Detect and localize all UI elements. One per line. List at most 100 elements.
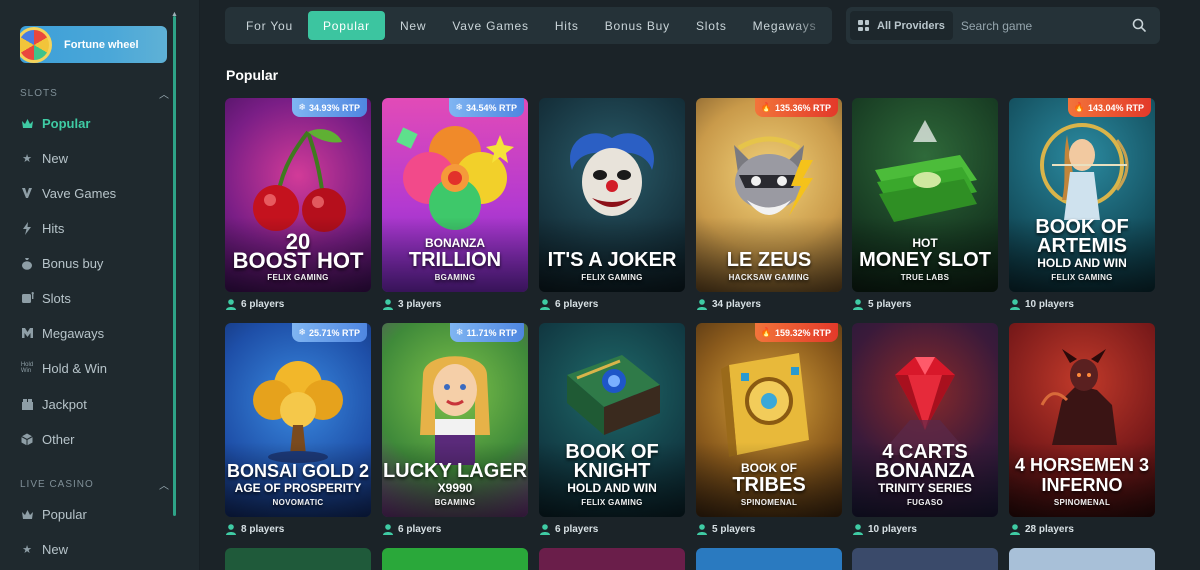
tab-hits[interactable]: Hits xyxy=(544,11,590,40)
fortune-wheel-button[interactable]: Fortune wheel xyxy=(20,26,167,63)
game-thumbnail[interactable]: BOOK OF KNIGHT HOLD AND WIN FELIX GAMING xyxy=(539,323,685,517)
sidebar-item-vave-games[interactable]: Vave Games xyxy=(20,183,170,203)
game-title: BOOK OF KNIGHT xyxy=(565,441,659,482)
section-header-live-casino[interactable]: LIVE CASINO ︿ xyxy=(20,477,170,492)
game-card-partial[interactable] xyxy=(852,548,998,570)
snowflake-icon: ❄ xyxy=(455,327,464,337)
sidebar-item-new[interactable]: ★ New xyxy=(20,148,170,168)
game-title-block: 4 CARTS BONANZA TRINITY SERIES FUGASO xyxy=(852,442,998,507)
players-label: 10 players xyxy=(1025,299,1074,310)
ruby-gem-art xyxy=(880,357,970,455)
star-icon: ★ xyxy=(22,543,32,556)
fire-icon: 🔥 xyxy=(1073,102,1085,112)
tab-popular[interactable]: Popular xyxy=(307,11,385,40)
game-card-20-boost-hot[interactable]: ❄ 34.93% RTP 20 BOOST HOT FELIX GAMING 6 … xyxy=(225,98,371,310)
cube-icon xyxy=(20,432,34,446)
user-icon xyxy=(383,299,393,310)
game-thumbnail[interactable]: 🔥 159.32% RTP BOOK OF TRIBES SPINOMENAL xyxy=(696,323,842,517)
game-thumbnail[interactable]: 🔥 135.36% RTP LE ZEUS HACKSAW GAMING xyxy=(696,98,842,292)
snowflake-icon: ❄ xyxy=(298,327,306,337)
sidebar-item-label: Other xyxy=(42,431,75,447)
game-card-bonsai-gold-2[interactable]: ❄ 25.71% RTP BONSAI GOLD 2 AGE OF PROSPER… xyxy=(225,323,371,535)
chevron-up-icon[interactable]: ︿ xyxy=(159,477,170,492)
game-card-book-of-tribes[interactable]: 🔥 159.32% RTP BOOK OF TRIBES SPINOMENAL 5… xyxy=(696,323,842,535)
players-label: 28 players xyxy=(1025,524,1074,535)
user-icon xyxy=(697,299,707,310)
tab-new[interactable]: New xyxy=(389,11,437,40)
game-thumbnail[interactable]: 🔥 143.04% RTP BOOK OF ARTEMIS HOLD AND WI… xyxy=(1009,98,1155,292)
game-card-partial[interactable] xyxy=(696,548,842,570)
game-card-partial[interactable] xyxy=(225,548,371,570)
sidebar-item-hits[interactable]: Hits xyxy=(20,218,170,238)
game-thumbnail[interactable]: ❄ 34.93% RTP 20 BOOST HOT FELIX GAMING xyxy=(225,98,371,292)
players-label: 6 players xyxy=(555,524,599,535)
game-card-its-a-joker[interactable]: IT'S A JOKER FELIX GAMING 6 players xyxy=(539,98,685,310)
sidebar-item-bonus-buy[interactable]: Bonus buy xyxy=(20,253,170,273)
game-title-block: BOOK OF KNIGHT HOLD AND WIN FELIX GAMING xyxy=(539,441,685,507)
game-provider: BGAMING xyxy=(434,273,476,282)
chevron-up-icon[interactable]: ︿ xyxy=(159,86,170,101)
sidebar-item-hold-win[interactable]: Hold Win Hold & Win xyxy=(20,358,170,378)
tab-bonus-buy[interactable]: Bonus Buy xyxy=(594,11,681,40)
game-card-lucky-lager[interactable]: ❄ 11.71% RTP LUCKY LAGER X9990 BGAMING 6 … xyxy=(382,323,528,535)
game-card-bonanza-trillion[interactable]: ❄ 34.54% RTP BONANZA TRILLION BGAMING 3 p… xyxy=(382,98,528,310)
game-thumbnail[interactable]: ❄ 11.71% RTP LUCKY LAGER X9990 BGAMING xyxy=(382,323,528,517)
game-card-partial[interactable] xyxy=(382,548,528,570)
game-title-block: HOT MONEY SLOT TRUE LABS xyxy=(852,237,998,283)
game-thumbnail[interactable]: ❄ 25.71% RTP BONSAI GOLD 2 AGE OF PROSPER… xyxy=(225,323,371,517)
game-title-block: IT'S A JOKER FELIX GAMING xyxy=(539,250,685,282)
sidebar-item-popular[interactable]: Popular xyxy=(20,113,170,133)
user-icon xyxy=(1010,299,1020,310)
game-title: BOOST HOT xyxy=(232,248,364,273)
game-card-book-of-artemis[interactable]: 🔥 143.04% RTP BOOK OF ARTEMIS HOLD AND WI… xyxy=(1009,98,1155,310)
rtp-value: 34.54% RTP xyxy=(465,102,517,113)
tab-for-you[interactable]: For You xyxy=(235,11,304,40)
game-title-block: BONANZA TRILLION BGAMING xyxy=(382,237,528,283)
sidebar-item-other[interactable]: Other xyxy=(20,429,170,449)
all-providers-button[interactable]: All Providers xyxy=(850,11,953,40)
search-input[interactable] xyxy=(960,13,1121,38)
game-subtitle: X9990 xyxy=(437,481,473,495)
game-thumbnail[interactable]: 4 CARTS BONANZA TRINITY SERIES FUGASO xyxy=(852,323,998,517)
game-thumbnail[interactable]: HOT MONEY SLOT TRUE LABS xyxy=(852,98,998,292)
game-card-partial[interactable] xyxy=(539,548,685,570)
tab-slots[interactable]: Slots xyxy=(685,11,738,40)
sidebar-item-label: Hits xyxy=(42,220,65,236)
sidebar-item-live-new[interactable]: ★ New xyxy=(20,539,170,559)
game-thumbnail[interactable]: IT'S A JOKER FELIX GAMING xyxy=(539,98,685,292)
snowflake-icon: ❄ xyxy=(298,102,306,112)
sidebar-item-live-popular[interactable]: Popular xyxy=(20,504,170,524)
star-icon: ★ xyxy=(22,152,32,165)
sidebar-item-megaways[interactable]: Megaways xyxy=(20,323,170,343)
user-icon xyxy=(1010,524,1020,535)
section-header-slots[interactable]: SLOTS ︿ xyxy=(20,86,170,101)
sidebar-item-label: Slots xyxy=(42,290,71,306)
game-title-block: LE ZEUS HACKSAW GAMING xyxy=(696,250,842,282)
game-thumbnail[interactable]: 4 HORSEMEN 3 INFERNO SPINOMENAL xyxy=(1009,323,1155,517)
game-card-partial[interactable] xyxy=(1009,548,1155,570)
game-card-hot-money-slot[interactable]: HOT MONEY SLOT TRUE LABS 5 players xyxy=(852,98,998,310)
category-tabs: For You Popular New Vave Games Hits Bonu… xyxy=(225,7,832,44)
rtp-badge: ❄ 34.93% RTP xyxy=(292,98,367,117)
sidebar-scrollbar[interactable] xyxy=(173,16,176,516)
money-bag-icon xyxy=(20,256,34,270)
game-card-4-horsemen-3-inferno[interactable]: 4 HORSEMEN 3 INFERNO SPINOMENAL 28 playe… xyxy=(1009,323,1155,535)
sidebar-item-slots[interactable]: Slots xyxy=(20,288,170,308)
horseman-art xyxy=(1040,349,1117,445)
rtp-value: 135.36% RTP xyxy=(774,102,831,113)
rtp-value: 34.93% RTP xyxy=(308,102,360,113)
tab-vave-games[interactable]: Vave Games xyxy=(441,11,539,40)
user-icon xyxy=(853,524,863,535)
game-thumbnail[interactable]: ❄ 34.54% RTP BONANZA TRILLION BGAMING xyxy=(382,98,528,292)
game-card-4-carts-bonanza[interactable]: 4 CARTS BONANZA TRINITY SERIES FUGASO 10… xyxy=(852,323,998,535)
sidebar-item-jackpot[interactable]: Jackpot xyxy=(20,394,170,414)
section-title: LIVE CASINO xyxy=(20,479,94,490)
game-title: BOOK OF ARTEMIS xyxy=(1035,216,1129,257)
game-card-book-of-knight[interactable]: BOOK OF KNIGHT HOLD AND WIN FELIX GAMING… xyxy=(539,323,685,535)
game-card-le-zeus[interactable]: 🔥 135.36% RTP LE ZEUS HACKSAW GAMING 34 p… xyxy=(696,98,842,310)
search-icon[interactable] xyxy=(1132,18,1146,32)
providers-label: All Providers xyxy=(877,19,945,32)
game-title: TRIBES xyxy=(732,474,806,496)
players-count: 6 players xyxy=(226,299,284,310)
sidebar-item-label: New xyxy=(42,150,69,166)
